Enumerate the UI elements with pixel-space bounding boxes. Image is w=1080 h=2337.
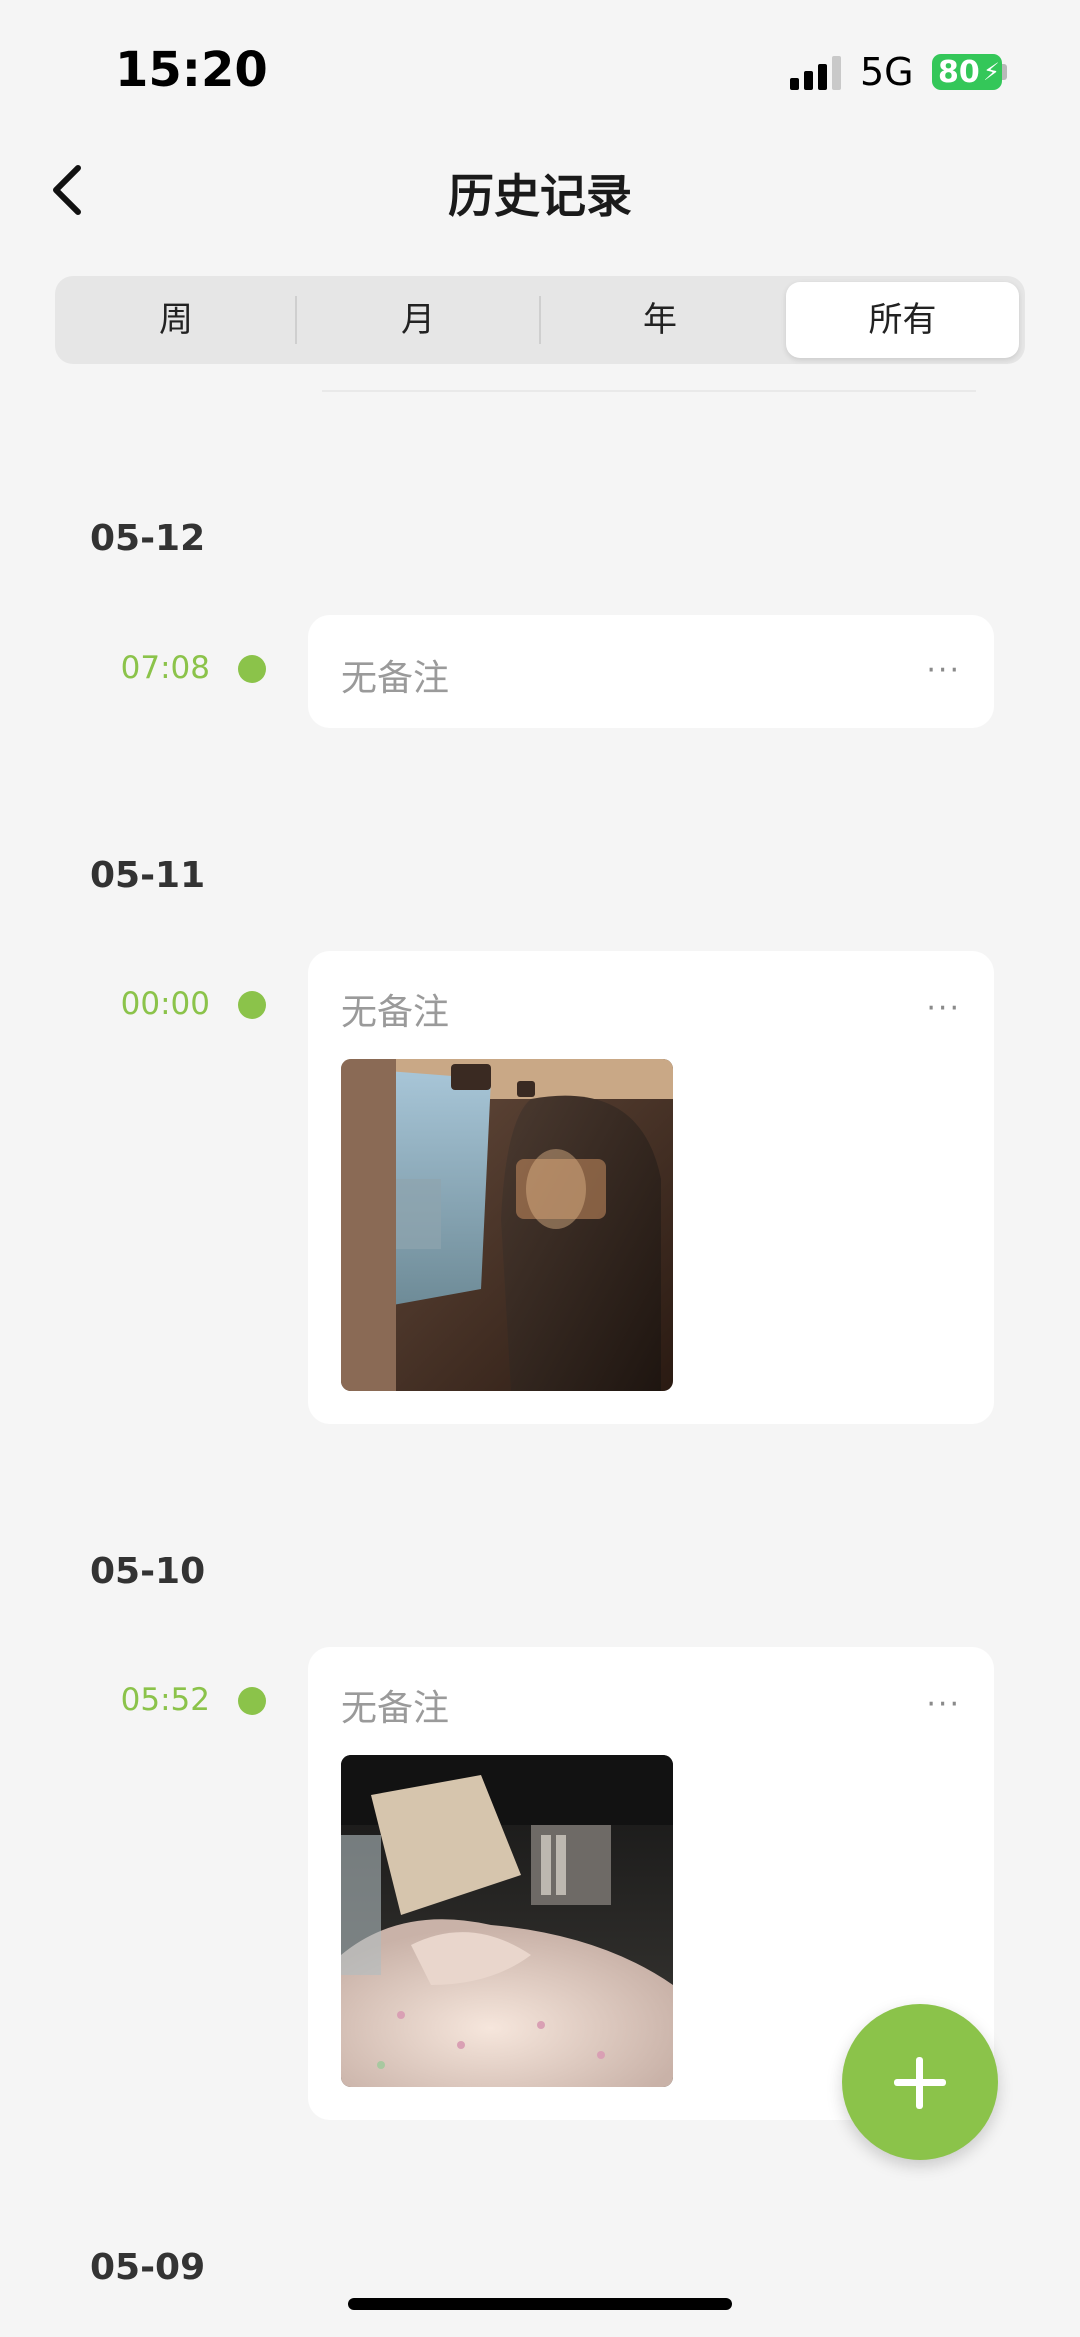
more-options-icon[interactable]: ···: [926, 653, 961, 688]
timeline-dot: [238, 991, 266, 1019]
entry-time: 00:00: [120, 986, 210, 1022]
entry-note: 无备注: [341, 658, 450, 699]
status-time: 15:20: [115, 42, 268, 98]
battery-nub: [1002, 64, 1007, 80]
entry-note: 无备注: [341, 1688, 450, 1729]
history-screen: 15:20 5G 80 ⚡ 历史记录 周 月 年 所有 05-12 07:08 …: [0, 0, 1080, 2337]
more-options-icon[interactable]: ···: [926, 1687, 961, 1722]
entry-note: 无备注: [341, 992, 450, 1033]
entry-photo[interactable]: [341, 1755, 673, 2087]
date-header: 05-09: [90, 2247, 206, 2288]
tab-year[interactable]: 年: [539, 276, 781, 364]
timeline-dot: [238, 1687, 266, 1715]
date-header: 05-10: [90, 1551, 206, 1592]
tab-week[interactable]: 周: [55, 276, 297, 364]
battery-level: 80: [938, 55, 980, 90]
timeline-dot: [238, 655, 266, 683]
entry-photo[interactable]: [341, 1059, 673, 1391]
entry-time: 05:52: [120, 1682, 210, 1718]
page-title: 历史记录: [448, 169, 632, 223]
more-options-icon[interactable]: ···: [926, 991, 961, 1026]
entry-card[interactable]: 无备注 ···: [308, 615, 994, 728]
entry-card[interactable]: 无备注 ···: [308, 951, 994, 1424]
date-header: 05-11: [90, 855, 206, 896]
entry-time: 07:08: [120, 650, 210, 686]
tab-all[interactable]: 所有: [786, 282, 1019, 358]
battery-icon: 80 ⚡: [932, 54, 1002, 90]
period-segmented-control: 周 月 年 所有: [55, 276, 1025, 364]
plus-icon: [916, 2057, 923, 2109]
add-record-button[interactable]: [842, 2004, 998, 2160]
date-header: 05-12: [90, 518, 206, 559]
status-bar: 15:20 5G 80 ⚡: [0, 0, 1080, 130]
divider: [322, 390, 976, 392]
cellular-signal-icon: [790, 56, 841, 90]
network-type: 5G: [860, 50, 914, 94]
home-indicator[interactable]: [348, 2298, 732, 2310]
tab-month[interactable]: 月: [297, 276, 539, 364]
charging-bolt-icon: ⚡: [983, 58, 1000, 86]
